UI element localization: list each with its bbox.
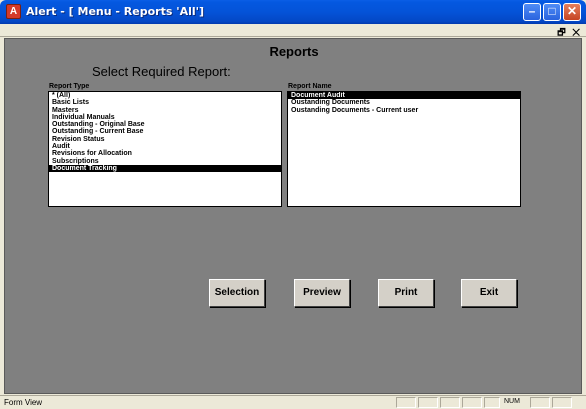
print-button[interactable]: Print bbox=[378, 279, 434, 307]
title-bar[interactable]: A Alert - [ Menu - Reports 'All'] – □ ✕ bbox=[0, 0, 586, 24]
status-cell bbox=[440, 397, 460, 408]
report-type-list-item[interactable]: Revisions for Allocation bbox=[49, 150, 281, 157]
report-type-list-item[interactable]: Audit bbox=[49, 143, 281, 150]
report-type-list-item[interactable]: Basic Lists bbox=[49, 99, 281, 106]
report-type-list-item[interactable]: Subscriptions bbox=[49, 158, 281, 165]
select-report-label: Select Required Report: bbox=[92, 64, 231, 79]
status-cell bbox=[396, 397, 416, 408]
selection-button-label: Selection bbox=[214, 287, 260, 298]
report-name-listbox[interactable]: Document Audit Oustanding Documents Oustan… bbox=[287, 91, 521, 207]
report-name-list-item[interactable]: Oustanding Documents - Current user bbox=[288, 107, 520, 114]
report-type-list-item[interactable]: Outstanding - Current Base bbox=[49, 128, 281, 135]
report-type-list-item[interactable]: Masters bbox=[49, 107, 281, 114]
menu-strip: 🗗 ✕ bbox=[0, 24, 586, 37]
close-button[interactable]: ✕ bbox=[563, 3, 581, 21]
exit-button[interactable]: Exit bbox=[461, 279, 517, 307]
report-type-listbox[interactable]: * (All) Basic Lists Masters Individual Manu… bbox=[48, 91, 282, 207]
status-num-indicator: NUM bbox=[504, 398, 520, 405]
preview-button[interactable]: Preview bbox=[294, 279, 350, 307]
reports-form: Reports Select Required Report: Report T… bbox=[4, 38, 582, 394]
report-type-label: Report Type bbox=[49, 83, 90, 90]
status-bar: Form View NUM bbox=[0, 395, 586, 409]
status-cell bbox=[530, 397, 550, 408]
minimize-button[interactable]: – bbox=[523, 3, 541, 21]
report-type-list-item[interactable]: Revision Status bbox=[49, 136, 281, 143]
report-name-list-item[interactable]: Oustanding Documents bbox=[288, 99, 520, 106]
status-cell bbox=[484, 397, 500, 408]
report-type-list-item[interactable]: Individual Manuals bbox=[49, 114, 281, 121]
report-type-list-item[interactable]: Document Tracking bbox=[49, 164, 281, 173]
app-icon[interactable]: A bbox=[6, 4, 21, 19]
form-title: Reports bbox=[269, 44, 319, 59]
report-type-list-item[interactable]: * (All) bbox=[49, 92, 281, 99]
report-type-list-item[interactable]: Outstanding - Original Base bbox=[49, 121, 281, 128]
status-cell bbox=[462, 397, 482, 408]
status-cell bbox=[418, 397, 438, 408]
window-title: Alert - [ Menu - Reports 'All'] bbox=[26, 5, 205, 18]
preview-button-label: Preview bbox=[303, 287, 341, 298]
status-cell bbox=[552, 397, 572, 408]
exit-button-label: Exit bbox=[479, 287, 499, 298]
print-button-label: Print bbox=[394, 287, 418, 298]
selection-button[interactable]: Selection bbox=[209, 279, 265, 307]
report-name-label: Report Name bbox=[288, 83, 332, 90]
status-view-text: Form View bbox=[4, 398, 43, 407]
maximize-button[interactable]: □ bbox=[543, 3, 561, 21]
report-name-list-item[interactable]: Document Audit bbox=[288, 92, 520, 100]
